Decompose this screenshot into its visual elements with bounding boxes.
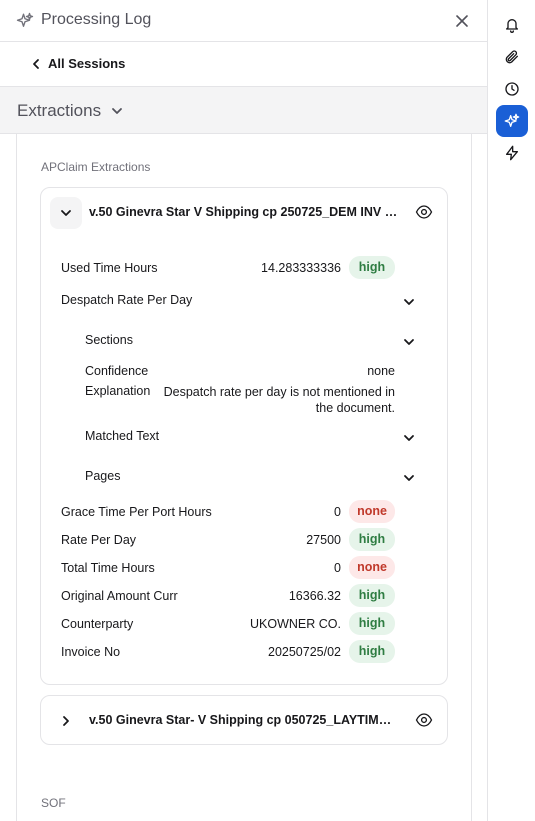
card-title: v.50 Ginevra Star V Shipping cp 250725_D… xyxy=(89,205,399,219)
eye-icon[interactable] xyxy=(415,712,433,728)
extractions-dropdown[interactable]: Extractions xyxy=(0,87,487,134)
confidence-key: Confidence xyxy=(85,364,149,378)
field-row: Used Time Hours 14.283333336 high xyxy=(61,255,397,281)
close-icon[interactable] xyxy=(454,13,470,29)
sections-toggle[interactable]: Sections xyxy=(85,329,417,351)
notifications-button[interactable] xyxy=(496,9,528,41)
sparkle-icon xyxy=(16,12,34,27)
confidence-badge: none xyxy=(349,500,395,523)
right-icon-rail xyxy=(488,0,535,821)
back-to-sessions-link[interactable]: All Sessions xyxy=(0,42,487,87)
matched-text-label: Matched Text xyxy=(85,429,160,443)
chevron-left-icon xyxy=(33,59,39,69)
matched-text-toggle[interactable]: Matched Text xyxy=(85,425,417,447)
paperclip-icon xyxy=(505,50,518,64)
confidence-badge: high xyxy=(349,640,395,663)
chevron-down-icon xyxy=(404,339,414,345)
despatch-rate-toggle[interactable]: Despatch Rate Per Day xyxy=(61,289,417,311)
field-value: 0 xyxy=(334,505,341,519)
section-label: Extractions xyxy=(17,101,102,120)
confidence-badge: high xyxy=(349,584,395,607)
chevron-down-icon xyxy=(404,299,414,305)
extraction-card[interactable]: v.50 Ginevra Star- V Shipping cp 050725_… xyxy=(40,695,448,745)
group-label-apclaim: APClaim Extractions xyxy=(41,160,151,174)
field-row: Rate Per Day 27500 high xyxy=(61,527,397,553)
expand-card-button[interactable] xyxy=(50,705,82,737)
field-key: Total Time Hours xyxy=(61,561,155,575)
field-value: 27500 xyxy=(306,533,341,547)
chevron-down-icon xyxy=(112,108,122,114)
field-row: Invoice No 20250725/02 high xyxy=(61,639,397,665)
field-value: 0 xyxy=(334,561,341,575)
field-key: Rate Per Day xyxy=(61,533,137,547)
field-value: 14.283333336 xyxy=(261,261,341,275)
field-value: 16366.32 xyxy=(288,589,341,603)
sparkle-icon xyxy=(504,113,520,127)
panel-title: Processing Log xyxy=(41,11,152,28)
field-key: Invoice No xyxy=(61,645,121,659)
field-row: Counterparty UKOWNER CO. high xyxy=(61,611,397,637)
explanation-key: Explanation xyxy=(85,384,151,398)
history-button[interactable] xyxy=(496,73,528,105)
field-key: Grace Time Per Port Hours xyxy=(61,505,212,519)
processing-log-button[interactable] xyxy=(496,105,528,137)
confidence-row: Confidence none xyxy=(85,364,395,380)
confidence-badge: high xyxy=(349,612,395,635)
chevron-down-icon xyxy=(404,475,414,481)
confidence-badge: high xyxy=(349,256,395,279)
field-key: Used Time Hours xyxy=(61,261,158,275)
eye-icon[interactable] xyxy=(415,204,433,220)
field-value: UKOWNER CO. xyxy=(250,617,341,631)
confidence-value: none xyxy=(367,364,395,378)
collapse-card-button[interactable] xyxy=(50,197,82,229)
back-label: All Sessions xyxy=(48,56,126,71)
field-value: 20250725/02 xyxy=(268,645,341,659)
group-label-sof: SOF xyxy=(41,796,66,810)
confidence-badge: none xyxy=(349,556,395,579)
panel-header: Processing Log xyxy=(0,0,487,42)
field-row: Grace Time Per Port Hours 0 none xyxy=(61,499,397,525)
field-key: Original Amount Curr xyxy=(61,589,178,603)
chevron-right-icon xyxy=(63,716,69,726)
pages-label: Pages xyxy=(85,469,121,483)
sections-label: Sections xyxy=(85,333,133,347)
field-key: Counterparty xyxy=(61,617,134,631)
field-row: Total Time Hours 0 none xyxy=(61,555,397,581)
field-key: Despatch Rate Per Day xyxy=(61,293,193,307)
attachments-button[interactable] xyxy=(496,41,528,73)
explanation-row: Explanation Despatch rate per day is not… xyxy=(85,384,395,418)
processing-log-panel: Processing Log All Sessions Extractions … xyxy=(0,0,488,821)
bell-icon xyxy=(506,19,518,33)
clock-icon xyxy=(505,82,519,96)
explanation-value: Despatch rate per day is not mentioned i… xyxy=(163,385,395,415)
field-row: Original Amount Curr 16366.32 high xyxy=(61,583,397,609)
card-title: v.50 Ginevra Star- V Shipping cp 050725_… xyxy=(89,713,399,727)
chevron-down-icon xyxy=(61,210,71,216)
actions-button[interactable] xyxy=(496,137,528,169)
confidence-badge: high xyxy=(349,528,395,551)
pages-toggle[interactable]: Pages xyxy=(85,465,417,487)
chevron-down-icon xyxy=(404,435,414,441)
lightning-icon xyxy=(506,145,518,161)
